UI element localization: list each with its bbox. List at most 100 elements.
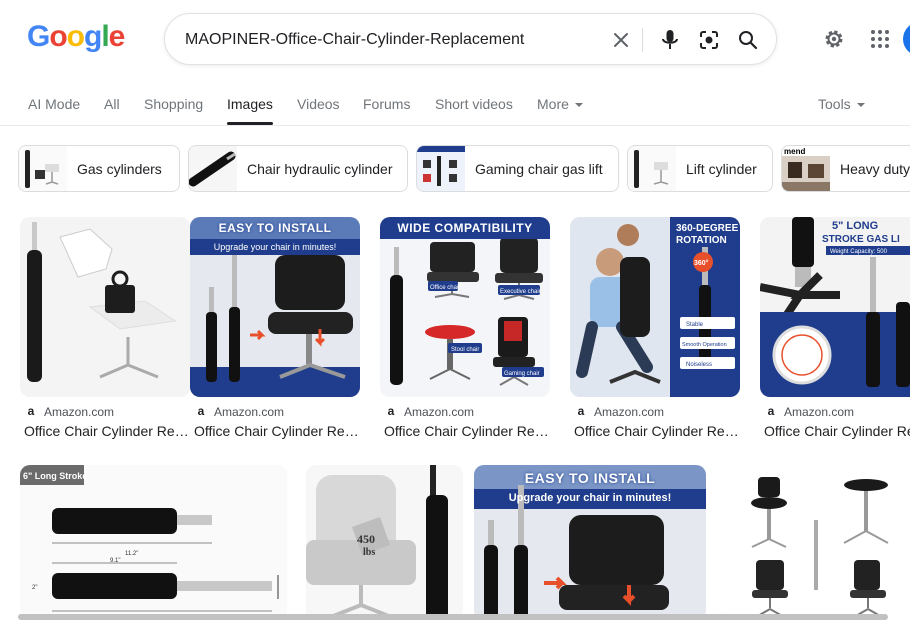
chip-heavy-duty[interactable]: mend Heavy duty [781,145,910,192]
google-images-results-page: Google MAOPINER-Office-Chair-Cylinder-Re… [0,0,910,620]
amazon-icon: a [27,404,35,418]
chip-thumb-text: mend [784,147,805,156]
result-image[interactable]: Stable Smooth Operation Noiseless 360° 3… [570,217,740,397]
camera-lens-icon[interactable] [697,28,721,52]
result-source[interactable]: a Amazon.com [194,405,284,419]
chip-thumbnail [189,146,237,191]
source-label: Amazon.com [404,405,475,419]
result-title[interactable]: Office Chair Cylinder Replacement [384,423,550,439]
tab-ai-mode[interactable]: AI Mode [28,96,80,112]
tab-short-videos[interactable]: Short videos [435,96,513,112]
dimension-label: 2" [32,585,37,591]
result-subbanner: Upgrade your chair in minutes! [508,492,672,504]
tab-more-label: More [537,96,569,112]
result-source[interactable]: a Amazon.com [574,405,664,419]
result-image[interactable]: EASY TO INSTALL Upgrade your chair in mi… [190,217,360,397]
banner-sub: Weight Capacity: 500 [830,249,888,255]
tools-button[interactable]: Tools [818,96,865,112]
chip-lift-cylinder[interactable]: Lift cylinder [627,145,773,192]
search-tabs: AI Mode All Shopping Images Videos Forum… [0,88,910,126]
search-input[interactable] [185,28,605,52]
feature-label: Stable [686,322,704,328]
chip-gaming-chair-gas-lift[interactable]: Gaming chair gas lift [416,145,619,192]
horizontal-scrollbar[interactable] [18,614,888,620]
microphone-icon[interactable] [658,28,682,52]
chip-label: Lift cylinder [686,160,757,177]
image-result[interactable]: 6" Long Stroke 11.2" 9.1" 2" [20,465,287,620]
apps-grid-icon[interactable] [867,26,893,52]
weight-badge: 450 [357,532,375,546]
image-result[interactable]: 450 lbs [306,465,463,620]
result-image[interactable]: Office chair Executive chair Stool chair… [380,217,550,397]
active-tab-indicator [227,122,273,125]
result-tag: 6" Long Stroke [23,471,87,481]
account-avatar[interactable] [903,22,910,56]
amazon-icon: a [767,404,775,418]
result-title[interactable]: Office Chair Cylinder Replacement [764,423,910,439]
tab-more[interactable]: More [537,96,583,112]
result-subbanner: Upgrade your chair in minutes! [190,239,360,255]
banner-line: 360-DEGREE [676,223,739,234]
amazon-icon: a [577,404,585,418]
result-image[interactable]: 5" LONG STROKE GAS LI Weight Capacity: 5… [760,217,910,397]
search-divider [642,28,643,52]
compat-label: Executive chair [500,289,541,295]
tab-forums[interactable]: Forums [363,96,410,112]
result-source[interactable]: a Amazon.com [384,405,474,419]
compat-label: Gaming chair [504,371,540,377]
banner-line: 5" LONG [832,220,878,232]
search-icon[interactable] [736,28,760,52]
logo-letter: e [108,20,126,53]
banner-line: STROKE GAS LI [822,234,900,245]
amazon-icon: a [387,404,395,418]
tools-label: Tools [818,96,851,112]
compat-label: Office chair [430,285,460,291]
result-banner: WIDE COMPATIBILITY [380,217,550,239]
chip-label: Chair hydraulic cylinder [247,160,393,177]
chip-thumbnail [19,146,67,191]
logo-letter: o [49,20,67,53]
banner-line: ROTATION [676,235,727,246]
result-source[interactable]: a Amazon.com [24,405,114,419]
image-result[interactable] [726,465,910,620]
chip-label: Gas cylinders [77,160,162,177]
weight-badge-unit: lbs [363,547,375,558]
chip-thumbnail [628,146,676,191]
result-title[interactable]: Office Chair Cylinder Replacement [24,423,190,439]
result-banner: EASY TO INSTALL [190,217,360,239]
chip-chair-hydraulic-cylinder[interactable]: Chair hydraulic cylinder [188,145,408,192]
rotation-badge: 360° [694,259,709,267]
image-result[interactable]: EASY TO INSTALL Upgrade your chair in mi… [474,465,706,620]
result-source[interactable]: a Amazon.com [764,405,854,419]
tab-images[interactable]: Images [227,96,273,112]
result-title[interactable]: Office Chair Cylinder Replacement [194,423,360,439]
source-label: Amazon.com [44,405,115,419]
tab-all[interactable]: All [104,96,120,112]
feature-label: Noiseless [686,362,712,368]
feature-label: Smooth Operation [682,342,727,348]
chip-gas-cylinders[interactable]: Gas cylinders [18,145,180,192]
close-icon[interactable] [609,28,633,52]
logo-letter: g [84,20,102,53]
amazon-icon: a [197,404,205,418]
gear-icon[interactable] [821,26,847,52]
chevron-down-icon [856,103,865,108]
chevron-down-icon [574,103,583,108]
dimension-label: 9.1" [110,558,120,564]
result-banner: EASY TO INSTALL [524,470,656,486]
chip-thumbnail: mend [782,146,830,191]
tab-shopping[interactable]: Shopping [144,96,203,112]
search-box[interactable] [164,13,777,65]
tab-videos[interactable]: Videos [297,96,340,112]
result-image[interactable] [20,217,190,397]
result-title[interactable]: Office Chair Cylinder Replacement [574,423,740,439]
chip-label: Heavy duty [840,160,910,177]
compat-label: Stool chair [451,347,479,353]
google-logo[interactable]: Google [27,20,126,54]
chip-thumbnail [417,146,465,191]
dimension-label: 11.2" [125,551,138,557]
source-label: Amazon.com [594,405,665,419]
header: Google [0,0,910,80]
source-label: Amazon.com [784,405,855,419]
logo-letter: l [101,20,109,53]
